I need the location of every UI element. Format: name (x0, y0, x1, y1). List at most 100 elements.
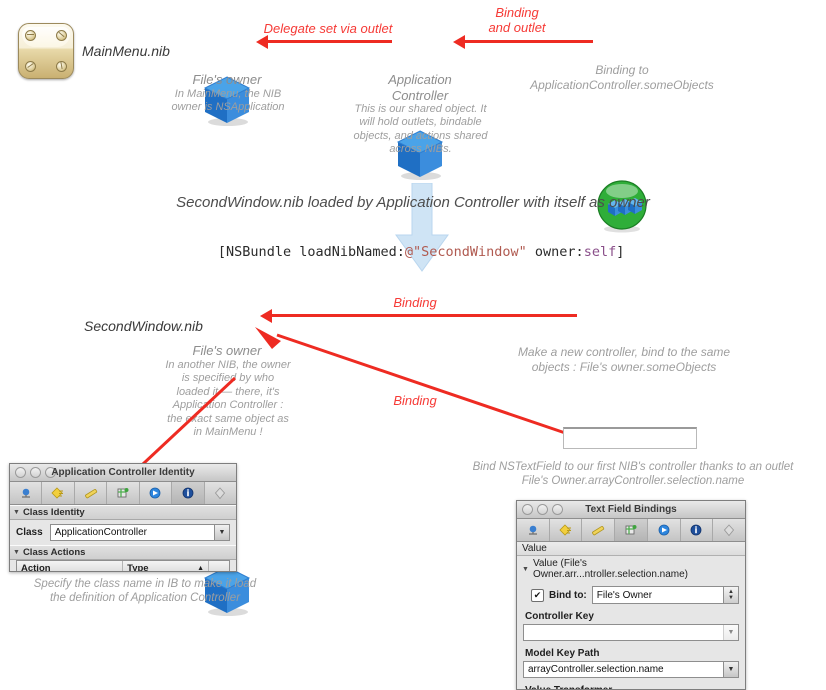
info-identity-icon[interactable] (172, 482, 205, 504)
code-after: ] (616, 244, 625, 260)
text-field-bindings-panel[interactable]: Text Field Bindings Value ▼ Value (File'… (516, 500, 746, 690)
bindings-panel-body: Value ▼ Value (File's Owner.arr...ntroll… (517, 542, 745, 689)
window-controls[interactable] (15, 467, 56, 478)
attributes-icon[interactable] (42, 482, 75, 504)
files-owner-desc-line: In MainMenu, the NIB (174, 88, 282, 100)
bind-to-checkbox[interactable]: ✔ (531, 588, 544, 602)
array-controller-desc-line: ApplicationController.someObjects (530, 77, 714, 92)
effects-icon[interactable] (648, 519, 681, 541)
minimize-icon[interactable] (30, 467, 41, 478)
application-controller-identity-panel[interactable]: Application Controller Identity ▼ Class … (9, 463, 237, 572)
nstextfield-caption-line: File's Owner.arrayController.selection.n… (521, 475, 745, 488)
array-controller-desc: Binding to ApplicationController.someObj… (497, 63, 747, 92)
close-icon[interactable] (522, 504, 533, 515)
delegate-arrow-line (266, 40, 392, 43)
delegate-arrow-label: Delegate set via outlet (263, 21, 393, 36)
value-transformer-label: Value Transformer (517, 682, 745, 689)
class-actions-table-header: Action Type ▲ (17, 561, 229, 572)
chevron-down-icon[interactable]: ▼ (723, 662, 738, 677)
screw-icon (56, 30, 67, 41)
chevron-down-icon[interactable]: ▼ (214, 525, 229, 540)
bind-to-label: Bind to: (549, 589, 587, 601)
flow-banner-text: SecondWindow.nib loaded by Application C… (176, 194, 650, 211)
controller-key-row: ▼ (517, 624, 745, 645)
identity-panel-caption-line: the definition of Application Controller (49, 592, 241, 605)
bindings-icon[interactable] (615, 519, 648, 541)
connections-icon[interactable] (517, 519, 550, 541)
model-key-path-row: arrayController.selection.name ▼ (517, 661, 745, 682)
code-string-literal: @"SecondWindow" (404, 244, 527, 260)
value-binding-title-label: Value (File's Owner.arr...ntroller.selec… (532, 558, 689, 580)
mainmenu-nib-icon (18, 23, 74, 79)
model-key-path-value: arrayController.selection.name (528, 664, 664, 675)
binding-arrow-diagonal (255, 327, 581, 440)
class-identity-section-label: Class Identity (22, 507, 85, 518)
binding-outlet-label-line: and outlet (488, 20, 546, 36)
identity-panel-body: ▼ Class Identity Class ApplicationContro… (10, 505, 236, 572)
code-before: [NSBundle loadNibNamed: (217, 244, 405, 260)
sort-ascending-icon: ▲ (197, 565, 204, 572)
chevron-down-icon[interactable]: ▼ (723, 625, 738, 640)
class-combo-value: ApplicationController (54, 527, 147, 538)
close-icon[interactable] (15, 467, 26, 478)
bind-to-value: File's Owner (596, 589, 653, 601)
disclosure-triangle-icon[interactable]: ▼ (13, 509, 20, 516)
class-combo[interactable]: ApplicationController ▼ (49, 524, 230, 541)
delegate-arrow-head (256, 35, 268, 49)
load-nib-code-line: [NSBundle loadNibNamed:@"SecondWindow" o… (0, 228, 826, 260)
application-controller-desc: This is our shared object. It will hold … (343, 103, 498, 157)
class-identity-section-header[interactable]: ▼ Class Identity (10, 505, 236, 520)
disclosure-triangle-icon[interactable]: ▼ (522, 566, 529, 573)
model-key-path-label: Model Key Path (525, 648, 600, 659)
bind-to-row: ✔ Bind to: File's Owner ▲ ▼ (517, 582, 745, 608)
controller-key-label: Controller Key (525, 611, 594, 622)
class-actions-table[interactable]: Action Type ▲ (16, 560, 230, 572)
applescript-icon[interactable] (713, 519, 745, 541)
class-row: Class ApplicationController ▼ (10, 520, 236, 545)
binding-outlet-arrow-head (453, 35, 465, 49)
identity-panel-toolbar[interactable] (10, 482, 236, 505)
class-actions-section-header[interactable]: ▼ Class Actions (10, 545, 236, 560)
value-group-header: Value (517, 542, 745, 556)
size-ruler-icon[interactable] (75, 482, 108, 504)
binding-arrow-label-top: Binding (393, 295, 437, 310)
bindings-panel-toolbar[interactable] (517, 519, 745, 542)
binding-outlet-arrow-label: Binding and outlet (452, 5, 582, 36)
minimize-icon[interactable] (537, 504, 548, 515)
screw-icon (25, 61, 36, 72)
bindings-icon[interactable] (107, 482, 140, 504)
binding-arrow-head-top (260, 309, 272, 323)
files-owner-desc: In MainMenu, the NIB owner is NSApplicat… (157, 88, 299, 115)
files-owner-title: File's owner (192, 72, 262, 87)
screw-icon (56, 61, 67, 72)
connections-icon[interactable] (10, 482, 43, 504)
identity-panel-caption-line: Specify the class name in IB to make it … (33, 578, 257, 590)
files-owner-desc-line: owner is NSApplication (171, 101, 285, 114)
class-field-label: Class (16, 527, 43, 538)
bound-nstextfield[interactable] (563, 427, 697, 449)
zoom-icon[interactable] (45, 467, 56, 478)
bind-to-popup[interactable]: File's Owner ▲ ▼ (591, 586, 739, 604)
disclosure-triangle-icon[interactable]: ▼ (13, 549, 20, 556)
effects-icon[interactable] (140, 482, 173, 504)
screw-icon (25, 30, 36, 41)
column-header-type[interactable]: Type ▲ (123, 561, 209, 572)
zoom-icon[interactable] (552, 504, 563, 515)
mainmenu-nib-label: MainMenu.nib (82, 43, 170, 59)
info-identity-icon[interactable] (681, 519, 714, 541)
value-binding-title[interactable]: ▼ Value (File's Owner.arr...ntroller.sel… (517, 556, 745, 582)
attributes-icon[interactable] (550, 519, 583, 541)
column-header-action[interactable]: Action (17, 561, 124, 571)
window-controls[interactable] (522, 504, 563, 515)
binding-outlet-arrow-line (463, 40, 593, 43)
identity-panel-titlebar[interactable]: Application Controller Identity (10, 464, 236, 482)
size-ruler-icon[interactable] (582, 519, 616, 541)
bindings-panel-titlebar[interactable]: Text Field Bindings (517, 501, 745, 519)
class-actions-section-label: Class Actions (22, 547, 86, 558)
stepper-icon[interactable]: ▲ ▼ (723, 587, 738, 603)
application-controller-desc-line: will hold outlets, bindable (359, 116, 482, 129)
model-key-path-combo[interactable]: arrayController.selection.name ▼ (523, 661, 739, 678)
controller-key-combo[interactable]: ▼ (523, 624, 739, 641)
application-controller-title-line: Application (388, 72, 452, 87)
applescript-icon[interactable] (205, 482, 236, 504)
